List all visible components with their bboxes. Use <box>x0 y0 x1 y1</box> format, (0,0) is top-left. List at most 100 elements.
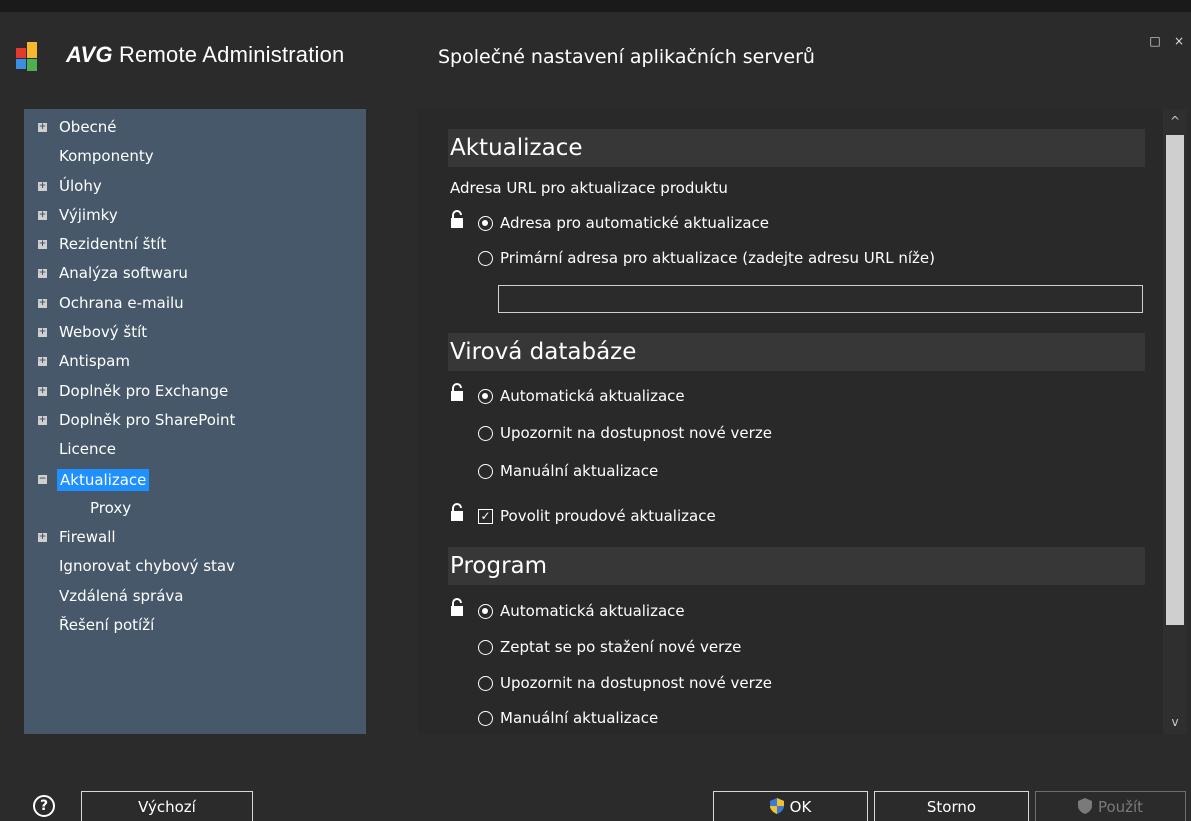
tree-item-label: Aktualizace <box>57 468 150 491</box>
tree-item-label: Výjimky <box>59 205 118 224</box>
content-scrollbar[interactable]: ^ v <box>1163 109 1187 734</box>
checkbox-label: Povolit proudové aktualizace <box>500 507 716 525</box>
radio-label: Automatická aktualizace <box>500 387 685 405</box>
radio-button-selected[interactable] <box>478 389 493 404</box>
lock-icon[interactable] <box>450 598 464 616</box>
tree-item-label: Rezidentní štít <box>59 235 167 254</box>
tree-item-label: Proxy <box>90 498 132 517</box>
expand-icon[interactable]: + <box>38 210 47 220</box>
tree-item[interactable]: + Doplněk pro Exchange <box>24 377 366 406</box>
tree-item[interactable]: Komponenty <box>24 142 366 171</box>
app-brand: AVG Remote Administration <box>66 42 345 68</box>
update-url-input[interactable] <box>498 285 1143 313</box>
tree-item[interactable]: + Analýza softwaru <box>24 259 366 288</box>
expand-icon[interactable]: + <box>38 240 47 250</box>
tree-item-label: Ignorovat chybový stav <box>59 557 235 576</box>
lock-icon[interactable] <box>450 210 464 228</box>
tree-item[interactable]: + Úlohy <box>24 172 366 201</box>
radio-label: Automatická aktualizace <box>500 602 685 620</box>
section-title-virus-db: Virová databáze <box>448 333 1145 371</box>
expand-icon[interactable]: + <box>38 328 47 338</box>
radio-button[interactable] <box>478 711 493 726</box>
expand-icon[interactable]: + <box>38 269 47 279</box>
expand-icon[interactable]: + <box>38 533 47 543</box>
settings-tree: + Obecné Komponenty + Úlohy + Výjimky + Rezident… <box>24 109 366 734</box>
tree-item[interactable]: + Ochrana e-mailu <box>24 289 366 318</box>
help-icon[interactable]: ? <box>33 795 55 817</box>
tree-item[interactable]: − Aktualizace <box>24 465 366 494</box>
tree-item-label: Řešení potíží <box>59 616 155 635</box>
tree-item-label: Obecné <box>59 118 117 136</box>
scroll-up-icon[interactable]: ^ <box>1163 111 1187 131</box>
radio-button[interactable] <box>478 640 493 655</box>
radio-label: Zeptat se po stažení nové verze <box>500 638 742 656</box>
expand-icon[interactable]: + <box>38 181 47 191</box>
radio-label: Manuální aktualizace <box>500 709 659 727</box>
tree-item-label: Ochrana e-mailu <box>59 293 184 312</box>
ok-label: OK <box>789 798 812 816</box>
tree-item[interactable]: + Rezidentní štít <box>24 230 366 259</box>
tree-item[interactable]: Řešení potíží <box>24 611 366 640</box>
tree-item[interactable]: Ignorovat chybový stav <box>24 552 366 581</box>
lock-icon[interactable] <box>450 503 464 521</box>
tree-item[interactable]: + Výjimky <box>24 201 366 230</box>
tree-item[interactable]: + Webový štít <box>24 318 366 347</box>
tree-item[interactable]: + Firewall <box>24 523 366 552</box>
brand-name: Remote Administration <box>118 42 345 67</box>
tree-item[interactable]: Proxy <box>24 494 366 523</box>
tree-item-label: Antispam <box>59 352 130 371</box>
brand-bold: AVG <box>66 42 113 67</box>
checkbox-checked[interactable]: ✓ <box>478 509 493 524</box>
radio-label: Primární adresa pro aktualizace (zadejte… <box>500 249 935 267</box>
expand-icon[interactable]: + <box>38 357 47 367</box>
radio-button-selected[interactable] <box>478 216 493 231</box>
ok-button[interactable]: OK <box>713 791 868 821</box>
radio-label: Upozornit na dostupnost nové verze <box>500 674 772 692</box>
close-button[interactable]: × <box>1172 34 1186 48</box>
apply-button[interactable]: Použít <box>1035 791 1186 821</box>
maximize-button[interactable]: □ <box>1148 34 1162 48</box>
expand-icon[interactable]: + <box>38 123 47 132</box>
uac-shield-icon <box>769 798 784 814</box>
tree-item[interactable]: Vzdálená správa <box>24 582 366 611</box>
tree-item-label: Analýza softwaru <box>59 264 188 283</box>
section-title-program: Program <box>448 547 1145 585</box>
default-button[interactable]: Výchozí <box>81 791 253 821</box>
tree-item-label: Úlohy <box>59 176 102 195</box>
scroll-down-icon[interactable]: v <box>1163 712 1187 732</box>
tree-item-label: Vzdálená správa <box>59 586 184 605</box>
uac-shield-icon <box>1077 798 1092 814</box>
radio-label: Manuální aktualizace <box>500 462 659 480</box>
radio-button[interactable] <box>478 251 493 266</box>
lock-icon[interactable] <box>450 383 464 401</box>
settings-content: Aktualizace Adresa URL pro aktualizace p… <box>418 109 1163 734</box>
radio-button[interactable] <box>478 464 493 479</box>
tree-item[interactable]: + Obecné <box>24 113 366 142</box>
radio-label: Adresa pro automatické aktualizace <box>500 214 770 232</box>
radio-label: Upozornit na dostupnost nové verze <box>500 424 772 442</box>
avg-logo <box>16 42 37 71</box>
title-bar: AVG Remote Administration Společné nasta… <box>0 24 1191 92</box>
apply-label: Použít <box>1097 798 1144 816</box>
tree-item[interactable]: Licence <box>24 435 366 464</box>
radio-button-selected[interactable] <box>478 604 493 619</box>
expand-icon[interactable]: + <box>38 415 47 425</box>
scroll-thumb[interactable] <box>1166 135 1184 625</box>
radio-button[interactable] <box>478 676 493 691</box>
cancel-button[interactable]: Storno <box>874 791 1029 821</box>
tree-item-label: Webový štít <box>59 323 148 342</box>
expand-icon[interactable]: + <box>38 298 47 308</box>
tree-item-label: Firewall <box>59 528 116 547</box>
radio-button[interactable] <box>478 426 493 441</box>
tree-item[interactable]: + Doplněk pro SharePoint <box>24 406 366 435</box>
collapse-icon[interactable]: − <box>38 474 47 484</box>
tree-item-label: Doplněk pro Exchange <box>59 381 229 400</box>
url-label: Adresa URL pro aktualizace produktu <box>450 179 728 197</box>
settings-window: AVG Remote Administration Společné nasta… <box>0 0 1191 821</box>
tree-item-label: Komponenty <box>59 147 154 166</box>
section-title-update: Aktualizace <box>448 129 1145 167</box>
dialog-title: Společné nastavení aplikačních serverů <box>438 46 815 68</box>
tree-item-label: Licence <box>59 440 116 459</box>
expand-icon[interactable]: + <box>38 386 47 396</box>
tree-item[interactable]: + Antispam <box>24 347 366 376</box>
